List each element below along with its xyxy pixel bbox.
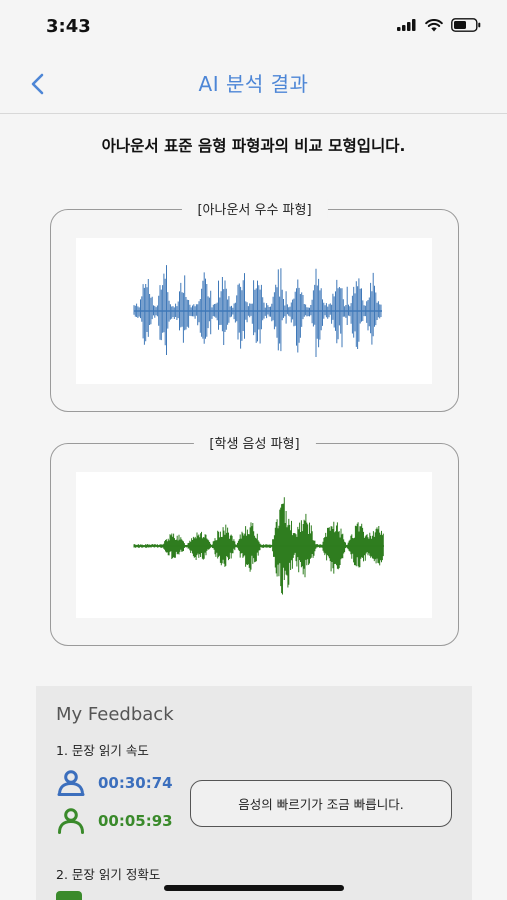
page-title: AI 분석 결과: [198, 72, 309, 96]
student-waveform: [76, 472, 432, 618]
status-bar: 3:43: [0, 0, 507, 56]
announcer-time: 00:30:74: [98, 774, 173, 792]
student-waveform-label: [학생 음성 파형]: [193, 433, 316, 452]
intro-text: 아나운서 표준 음형 파형과의 비교 모형입니다.: [101, 137, 406, 155]
accuracy-icon: [56, 891, 82, 900]
announcer-waveform: [76, 238, 432, 384]
announcer-waveform-label: [아나운서 우수 파형]: [181, 199, 328, 218]
announcer-person-icon: [57, 770, 85, 796]
feedback-title: My Feedback: [56, 704, 174, 725]
battery-icon: [451, 18, 481, 32]
wifi-icon: [425, 18, 443, 31]
feedback-panel: My Feedback 1. 문장 읽기 속도 00:30:74 00:05:9…: [36, 686, 472, 900]
student-waveform-card: [학생 음성 파형]: [50, 433, 459, 646]
status-icons: [397, 18, 481, 32]
reading-speed-heading: 1. 문장 읽기 속도: [56, 743, 149, 758]
announcer-waveform-image: [133, 265, 382, 357]
reading-accuracy-heading: 2. 문장 읽기 정확도: [56, 867, 161, 882]
student-time: 00:05:93: [98, 812, 173, 830]
student-person-icon: [58, 808, 84, 834]
announcer-time-row: 00:30:74: [56, 770, 173, 796]
speed-feedback-message: 음성의 빠르기가 조금 빠릅니다.: [190, 780, 452, 827]
navigation-bar: AI 분석 결과: [0, 56, 507, 114]
status-time: 3:43: [46, 16, 91, 37]
home-indicator: [164, 885, 344, 891]
announcer-waveform-card: [아나운서 우수 파형]: [50, 199, 459, 412]
cellular-signal-icon: [397, 19, 416, 31]
student-waveform-image: [133, 497, 384, 595]
student-time-row: 00:05:93: [56, 808, 173, 834]
